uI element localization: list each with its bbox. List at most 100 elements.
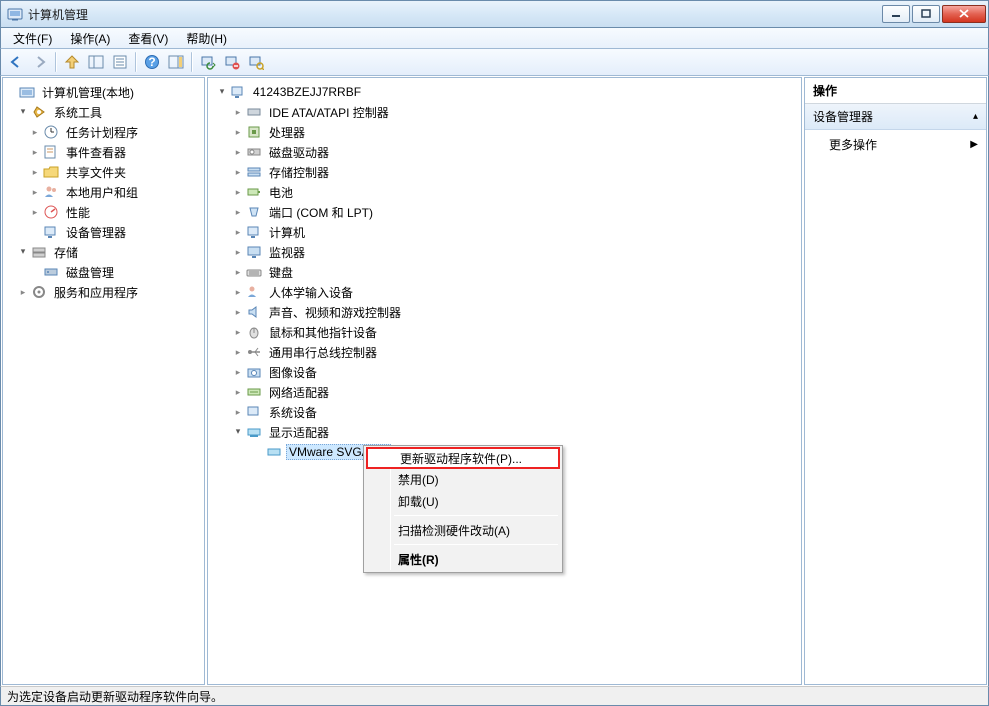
svg-text:?: ? [148,55,155,69]
refresh-button[interactable] [197,51,219,73]
toolbar: ? [0,48,989,76]
app-icon [7,6,23,22]
center-pane: 41243BZEJJ7RRBF IDE ATA/ATAPI 控制器 处理器 磁盘… [207,77,802,685]
delete-device-button[interactable] [221,51,243,73]
cat-mice[interactable]: 鼠标和其他指针设备 [210,322,799,342]
cat-display[interactable]: 显示适配器 [210,422,799,442]
ctx-uninstall[interactable]: 卸载(U) [366,490,560,512]
cat-system[interactable]: 系统设备 [210,402,799,422]
ctx-disable[interactable]: 禁用(D) [366,468,560,490]
cat-ports[interactable]: 端口 (COM 和 LPT) [210,202,799,222]
expander-icon[interactable] [29,126,41,138]
expander-icon[interactable] [17,106,29,118]
ctx-properties[interactable]: 属性(R) [366,548,560,570]
expander-icon[interactable] [29,166,41,178]
expander-icon[interactable] [232,366,244,378]
maximize-button[interactable] [912,5,940,23]
action-pane-button[interactable] [165,51,187,73]
tree-performance[interactable]: 性能 [5,202,202,222]
expander-icon[interactable] [29,206,41,218]
expander-icon[interactable] [29,146,41,158]
expander-icon[interactable] [232,426,244,438]
expander-icon[interactable] [232,186,244,198]
mmc-tree[interactable]: 计算机管理(本地) 系统工具 任务计划程序 事件查看器 共享文件夹 本地用户和组… [3,78,204,306]
expander-icon[interactable] [232,226,244,238]
expander-icon[interactable] [29,186,41,198]
expander-icon[interactable] [232,246,244,258]
actions-section-label: 设备管理器 [813,108,873,125]
actions-section[interactable]: 设备管理器 ▴ [805,104,986,130]
cat-hid[interactable]: 人体学输入设备 [210,282,799,302]
cat-battery[interactable]: 电池 [210,182,799,202]
expander-icon[interactable] [232,166,244,178]
cat-computers[interactable]: 计算机 [210,222,799,242]
more-actions-label: 更多操作 [829,136,877,153]
expander-icon[interactable] [232,346,244,358]
minimize-button[interactable] [882,5,910,23]
expander-icon[interactable] [17,286,29,298]
expander-icon[interactable] [232,406,244,418]
expander-icon[interactable] [232,106,244,118]
expander-icon[interactable] [232,326,244,338]
close-button[interactable] [942,5,986,23]
device-root[interactable]: 41243BZEJJ7RRBF [210,82,799,102]
expander-icon[interactable] [232,306,244,318]
actions-pane: 操作 设备管理器 ▴ 更多操作 ▶ [804,77,987,685]
main-area: 计算机管理(本地) 系统工具 任务计划程序 事件查看器 共享文件夹 本地用户和组… [0,76,989,686]
cat-network[interactable]: 网络适配器 [210,382,799,402]
up-button[interactable] [61,51,83,73]
tree-storage[interactable]: 存储 [5,242,202,262]
ctx-separator [394,544,558,545]
more-actions[interactable]: 更多操作 ▶ [805,130,986,159]
status-text: 为选定设备启动更新驱动程序软件向导。 [7,688,223,705]
separator [191,52,193,72]
actions-header: 操作 [805,78,986,104]
tree-system-tools[interactable]: 系统工具 [5,102,202,122]
menu-action[interactable]: 操作(A) [62,29,118,48]
device-tree[interactable]: 41243BZEJJ7RRBF IDE ATA/ATAPI 控制器 处理器 磁盘… [208,78,801,466]
cat-cpu[interactable]: 处理器 [210,122,799,142]
cat-imaging[interactable]: 图像设备 [210,362,799,382]
back-button[interactable] [5,51,27,73]
cat-ide[interactable]: IDE ATA/ATAPI 控制器 [210,102,799,122]
expander-icon[interactable] [232,266,244,278]
ctx-update-driver[interactable]: 更新驱动程序软件(P)... [366,447,560,469]
scan-hardware-button[interactable] [245,51,267,73]
window-buttons [882,5,986,23]
tree-local-users[interactable]: 本地用户和组 [5,182,202,202]
ctx-separator [394,515,558,516]
cat-monitors[interactable]: 监视器 [210,242,799,262]
tree-services-apps[interactable]: 服务和应用程序 [5,282,202,302]
menu-file[interactable]: 文件(F) [5,29,60,48]
help-button[interactable]: ? [141,51,163,73]
tree-root[interactable]: 计算机管理(本地) [5,82,202,102]
cat-disk-drives[interactable]: 磁盘驱动器 [210,142,799,162]
tree-device-manager[interactable]: 设备管理器 [5,222,202,242]
cat-usb[interactable]: 通用串行总线控制器 [210,342,799,362]
expander-icon[interactable] [232,386,244,398]
ctx-scan[interactable]: 扫描检测硬件改动(A) [366,519,560,541]
tree-shared-folders[interactable]: 共享文件夹 [5,162,202,182]
expander-icon[interactable] [232,206,244,218]
cat-sound[interactable]: 声音、视频和游戏控制器 [210,302,799,322]
expander-icon[interactable] [17,246,29,258]
cat-keyboards[interactable]: 键盘 [210,262,799,282]
cat-storage-ctrl[interactable]: 存储控制器 [210,162,799,182]
expander-icon[interactable] [232,126,244,138]
properties-button[interactable] [109,51,131,73]
tree-task-scheduler[interactable]: 任务计划程序 [5,122,202,142]
menu-help[interactable]: 帮助(H) [178,29,235,48]
expander-icon[interactable] [232,146,244,158]
titlebar: 计算机管理 [0,0,989,28]
tree-event-viewer[interactable]: 事件查看器 [5,142,202,162]
separator [135,52,137,72]
forward-button[interactable] [29,51,51,73]
show-hide-tree-button[interactable] [85,51,107,73]
tree-disk-mgmt[interactable]: 磁盘管理 [5,262,202,282]
chevron-right-icon: ▶ [970,139,978,150]
menu-view[interactable]: 查看(V) [120,29,176,48]
ctx-label: 更新驱动程序软件(P)... [400,450,522,467]
expander-icon[interactable] [232,286,244,298]
expander-icon[interactable] [216,86,228,98]
menubar: 文件(F) 操作(A) 查看(V) 帮助(H) [0,28,989,48]
